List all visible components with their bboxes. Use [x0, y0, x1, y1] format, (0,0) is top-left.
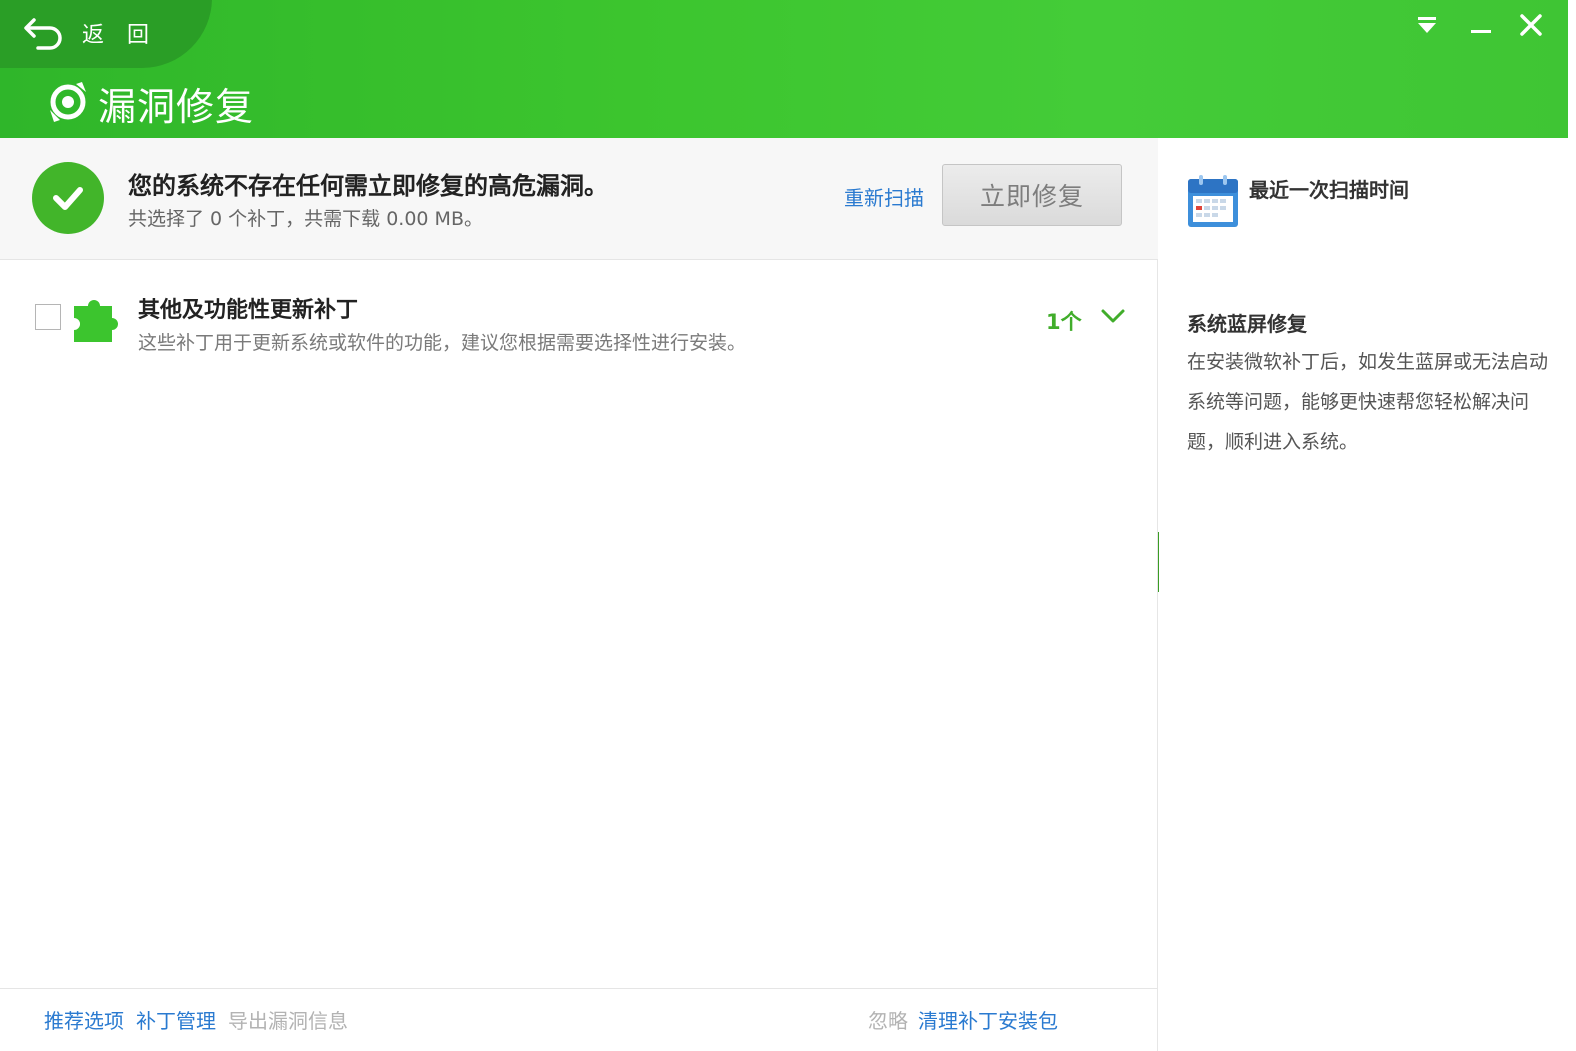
bsod-repair-title[interactable]: 系统蓝屏修复 — [1187, 308, 1307, 337]
ignore-link[interactable]: 忽略 — [868, 1005, 908, 1034]
bsod-repair-description: 在安装微软补丁后，如发生蓝屏或无法启动系统等问题，能够更快速帮您轻松解决问题，顺… — [1187, 351, 1549, 453]
status-subtitle: 共选择了 0 个补丁，共需下载 0.00 MB。 — [128, 208, 483, 230]
status-summary: 您的系统不存在任何需立即修复的高危漏洞。 共选择了 0 个补丁，共需下载 0.0… — [0, 138, 1158, 260]
rescan-link[interactable]: 重新扫描 — [844, 182, 924, 211]
status-title: 您的系统不存在任何需立即修复的高危漏洞。 — [128, 172, 608, 200]
back-label: 返 回 — [82, 23, 157, 48]
close-icon — [1519, 13, 1543, 41]
patch-group-count: 1个 — [1046, 310, 1082, 334]
header-bar: 返 回 漏洞修复 — [0, 0, 1568, 138]
side-panel: 最近一次扫描时间 系统蓝屏修复 在安装微软补丁后，如发生蓝屏或无法启动系统等问题… — [1159, 138, 1568, 1051]
patch-group-checkbox[interactable] — [35, 304, 61, 330]
main-panel: 您的系统不存在任何需立即修复的高危漏洞。 共选择了 0 个补丁，共需下载 0.0… — [0, 138, 1158, 1051]
puzzle-piece-icon — [70, 292, 126, 352]
close-button[interactable] — [1514, 10, 1548, 44]
calendar-icon — [1187, 174, 1239, 232]
last-scan-time-label: 最近一次扫描时间 — [1249, 178, 1409, 202]
back-button[interactable]: 返 回 — [22, 12, 157, 54]
recommended-options-link[interactable]: 推荐选项 — [44, 1005, 124, 1034]
dropdown-menu-icon — [1416, 14, 1438, 40]
menu-button[interactable] — [1410, 10, 1444, 44]
chevron-down-icon[interactable] — [1100, 306, 1126, 330]
footer-bar: 推荐选项 补丁管理 导出漏洞信息 忽略 清理补丁安装包 — [0, 988, 1158, 1051]
minimize-icon — [1470, 14, 1492, 40]
page-title-row: 漏洞修复 — [46, 76, 254, 131]
patch-management-link[interactable]: 补丁管理 — [136, 1005, 216, 1034]
back-arrow-icon — [22, 16, 66, 50]
app-window: 返 回 漏洞修复 您的系统不存在任何需立即修复的高危漏洞。 共选择了 0 个补丁… — [0, 0, 1568, 1051]
patch-group-title: 其他及功能性更新补丁 — [138, 298, 359, 323]
export-vulnerability-link[interactable]: 导出漏洞信息 — [228, 1005, 348, 1034]
clean-patch-packages-link[interactable]: 清理补丁安装包 — [918, 1005, 1058, 1034]
shield-repair-icon — [46, 80, 90, 128]
fix-now-button[interactable]: 立即修复 — [942, 164, 1122, 226]
page-title: 漏洞修复 — [98, 85, 255, 129]
minimize-button[interactable] — [1464, 10, 1498, 44]
patch-group-row[interactable]: 其他及功能性更新补丁 这些补丁用于更新系统或软件的功能，建议您根据需要选择性进行… — [0, 286, 1158, 366]
patch-group-description: 这些补丁用于更新系统或软件的功能，建议您根据需要选择性进行安装。 — [138, 332, 747, 354]
success-check-icon — [32, 162, 104, 234]
